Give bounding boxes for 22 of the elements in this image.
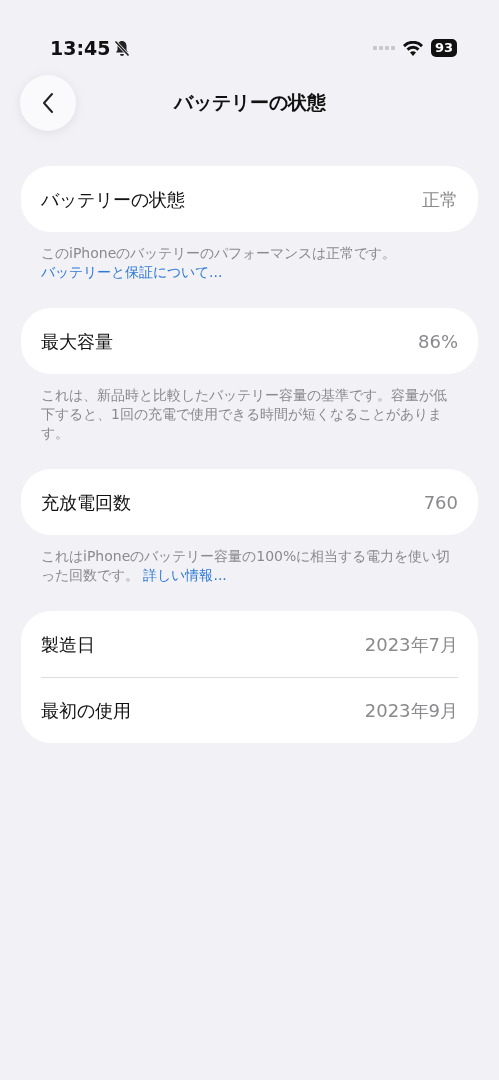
back-chevron-icon [42,92,54,114]
wifi-icon [402,40,423,56]
footer-text: これはiPhoneのバッテリー容量の100%に相当する電力を使い切った回数です。 詳しい情報... [41,547,452,585]
info-link[interactable]: バッテリーと保証について... [41,264,223,280]
page-title: バッテリーの状態 [173,89,326,115]
row-value: 2023年9月 [364,699,458,723]
row-label: 充放電回数 [41,490,131,515]
row-label: 最大容量 [41,329,113,354]
bell-muted-icon [114,39,131,57]
row-label: バッテリーの状態 [41,187,185,212]
signal-icon [372,46,395,50]
row-value: 86% [418,329,458,354]
info-link[interactable]: 詳しい情報... [143,567,227,583]
footer-text: このiPhoneのバッテリーのパフォーマンスは正常です。 バッテリーと保証について... [41,244,398,282]
row-label: 製造日 [41,632,95,657]
battery-level: 93 [430,39,457,57]
row-label: 最初の使用 [41,699,131,723]
row-value: 760 [423,490,458,515]
row-value: 正常 [422,187,458,212]
footer-text: これは、新品時と比較したバッテリー容量の基準です。容量が低下すると、1回の充電で使用できる時間が短くなることがあります。 [41,386,448,443]
status-time: 13:45 [50,35,111,61]
row-value: 2023年7月 [364,632,458,657]
